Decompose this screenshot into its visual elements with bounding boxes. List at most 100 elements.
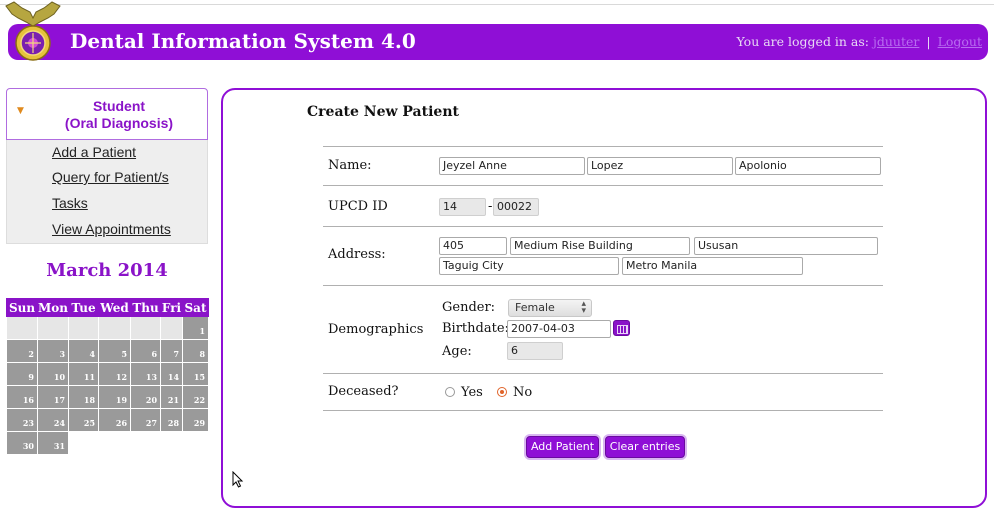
calendar-empty-cell xyxy=(130,431,162,455)
calendar-day[interactable]: 10 xyxy=(36,362,70,386)
add-patient-button[interactable]: Add Patient xyxy=(526,436,599,458)
deceased-yes-radio[interactable]: Yes xyxy=(445,385,483,400)
calendar-day-number: 24 xyxy=(53,418,66,428)
name-label: Name: xyxy=(328,158,372,173)
address-street-field[interactable]: Medium Rise Building xyxy=(510,237,690,255)
weekday-header: Mon xyxy=(36,298,70,317)
weekday-header: Thu xyxy=(130,298,162,317)
radio-checked-icon xyxy=(497,387,507,397)
calendar-day[interactable]: 6 xyxy=(130,339,162,363)
calendar-day[interactable]: 25 xyxy=(68,408,100,432)
calendar-day[interactable]: 28 xyxy=(160,408,184,432)
sidebar-item-view-appointments[interactable]: View Appointments xyxy=(52,216,207,242)
demographics-label: Demographics xyxy=(328,322,424,337)
calendar-day[interactable]: 26 xyxy=(98,408,132,432)
calendar-day[interactable]: 9 xyxy=(6,362,38,386)
weekday-header: Wed xyxy=(98,298,132,317)
form-divider xyxy=(323,410,883,411)
form-divider xyxy=(323,185,883,186)
calendar-day-number: 9 xyxy=(28,372,34,382)
calendar-day[interactable]: 21 xyxy=(160,385,184,409)
sidebar-item-tasks[interactable]: Tasks xyxy=(52,190,207,216)
calendar-day[interactable]: 31 xyxy=(36,431,70,455)
gender-select[interactable]: Female ▴ ▾ xyxy=(508,299,592,317)
upcd-number-field: 00022 xyxy=(493,198,539,216)
calendar-day[interactable]: 18 xyxy=(68,385,100,409)
calendar-day[interactable]: 27 xyxy=(130,408,162,432)
logout-link[interactable]: Logout xyxy=(938,34,982,49)
calendar-day[interactable]: 30 xyxy=(6,431,38,455)
calendar-day[interactable]: 3 xyxy=(36,339,70,363)
birthdate-field[interactable]: 2007-04-03 xyxy=(507,320,611,338)
calendar-day[interactable]: 1 xyxy=(182,316,210,340)
calendar-empty-cell xyxy=(68,316,100,340)
calendar-day[interactable]: 20 xyxy=(130,385,162,409)
age-label: Age: xyxy=(442,344,472,359)
header-bar: Dental Information System 4.0 You are lo… xyxy=(8,24,988,60)
last-name-field[interactable]: Apolonio xyxy=(735,157,881,175)
clear-entries-button[interactable]: Clear entries xyxy=(605,436,685,458)
sidebar-item-query-patients[interactable]: Query for Patient/s xyxy=(52,164,207,190)
mini-calendar: Sun Mon Tue Wed Thu Fri Sat 1 2 3 4 5 6 7 8 9 10 1… xyxy=(6,298,210,455)
calendar-empty-cell xyxy=(160,431,184,455)
calendar-icon[interactable] xyxy=(613,320,630,336)
calendar-day-number: 12 xyxy=(115,372,128,382)
calendar-day[interactable]: 22 xyxy=(182,385,210,409)
calendar-day[interactable]: 8 xyxy=(182,339,210,363)
main-panel xyxy=(221,88,987,508)
address-label: Address: xyxy=(328,247,386,262)
form-divider xyxy=(323,285,883,286)
calendar-day[interactable]: 5 xyxy=(98,339,132,363)
calendar-day[interactable]: 24 xyxy=(36,408,70,432)
form-title: Create New Patient xyxy=(307,104,459,120)
gender-select-value: Female xyxy=(515,301,555,314)
calendar-day[interactable]: 12 xyxy=(98,362,132,386)
calendar-day-number: 22 xyxy=(193,395,206,405)
logged-in-label: You are logged in as: xyxy=(736,34,870,49)
calendar-day[interactable]: 17 xyxy=(36,385,70,409)
calendar-day[interactable]: 11 xyxy=(68,362,100,386)
calendar-day[interactable]: 29 xyxy=(182,408,210,432)
calendar-day[interactable]: 19 xyxy=(98,385,132,409)
calendar-day-number: 13 xyxy=(145,372,158,382)
deceased-label: Deceased? xyxy=(328,384,399,399)
calendar-day[interactable]: 2 xyxy=(6,339,38,363)
calendar-day-number: 1 xyxy=(199,326,206,336)
sidebar-item-add-patient[interactable]: Add a Patient xyxy=(52,140,207,164)
deceased-yes-label: Yes xyxy=(461,385,483,400)
calendar-day[interactable]: 16 xyxy=(6,385,38,409)
calendar-empty-cell xyxy=(160,316,184,340)
middle-name-field[interactable]: Lopez xyxy=(587,157,733,175)
first-name-field[interactable]: Jeyzel Anne xyxy=(439,157,585,175)
calendar-month-title: March 2014 xyxy=(46,260,168,281)
calendar-day[interactable]: 13 xyxy=(130,362,162,386)
calendar-day-number: 27 xyxy=(145,418,158,428)
calendar-day-number: 14 xyxy=(167,372,180,382)
calendar-day-number: 6 xyxy=(151,349,158,359)
username-link[interactable]: jduuter xyxy=(873,34,919,49)
mouse-pointer-icon xyxy=(232,471,244,488)
calendar-day[interactable]: 7 xyxy=(160,339,184,363)
calendar-day-number: 25 xyxy=(83,418,96,428)
deceased-no-label: No xyxy=(513,385,533,400)
gender-label: Gender: xyxy=(442,300,496,315)
address-barangay-field[interactable]: Ususan xyxy=(694,237,878,255)
calendar-day-number: 16 xyxy=(22,395,34,405)
form-divider xyxy=(323,373,883,374)
address-number-field[interactable]: 405 xyxy=(439,237,507,255)
address-province-field[interactable]: Metro Manila xyxy=(622,257,803,275)
calendar-empty-cell xyxy=(130,316,162,340)
deceased-no-radio[interactable]: No xyxy=(497,385,532,400)
radio-unchecked-icon xyxy=(445,387,455,397)
calendar-day-number: 10 xyxy=(53,372,66,382)
calendar-day[interactable]: 14 xyxy=(160,362,184,386)
calendar-day[interactable]: 15 xyxy=(182,362,210,386)
calendar-empty-cell xyxy=(98,316,132,340)
calendar-day-number: 11 xyxy=(83,372,96,382)
calendar-day[interactable]: 23 xyxy=(6,408,38,432)
calendar-day[interactable]: 4 xyxy=(68,339,100,363)
address-city-field[interactable]: Taguig City xyxy=(439,257,619,275)
upcd-prefix-field: 14 xyxy=(439,198,486,216)
calendar-day-number: 19 xyxy=(115,395,128,405)
calendar-day-number: 2 xyxy=(28,349,34,359)
